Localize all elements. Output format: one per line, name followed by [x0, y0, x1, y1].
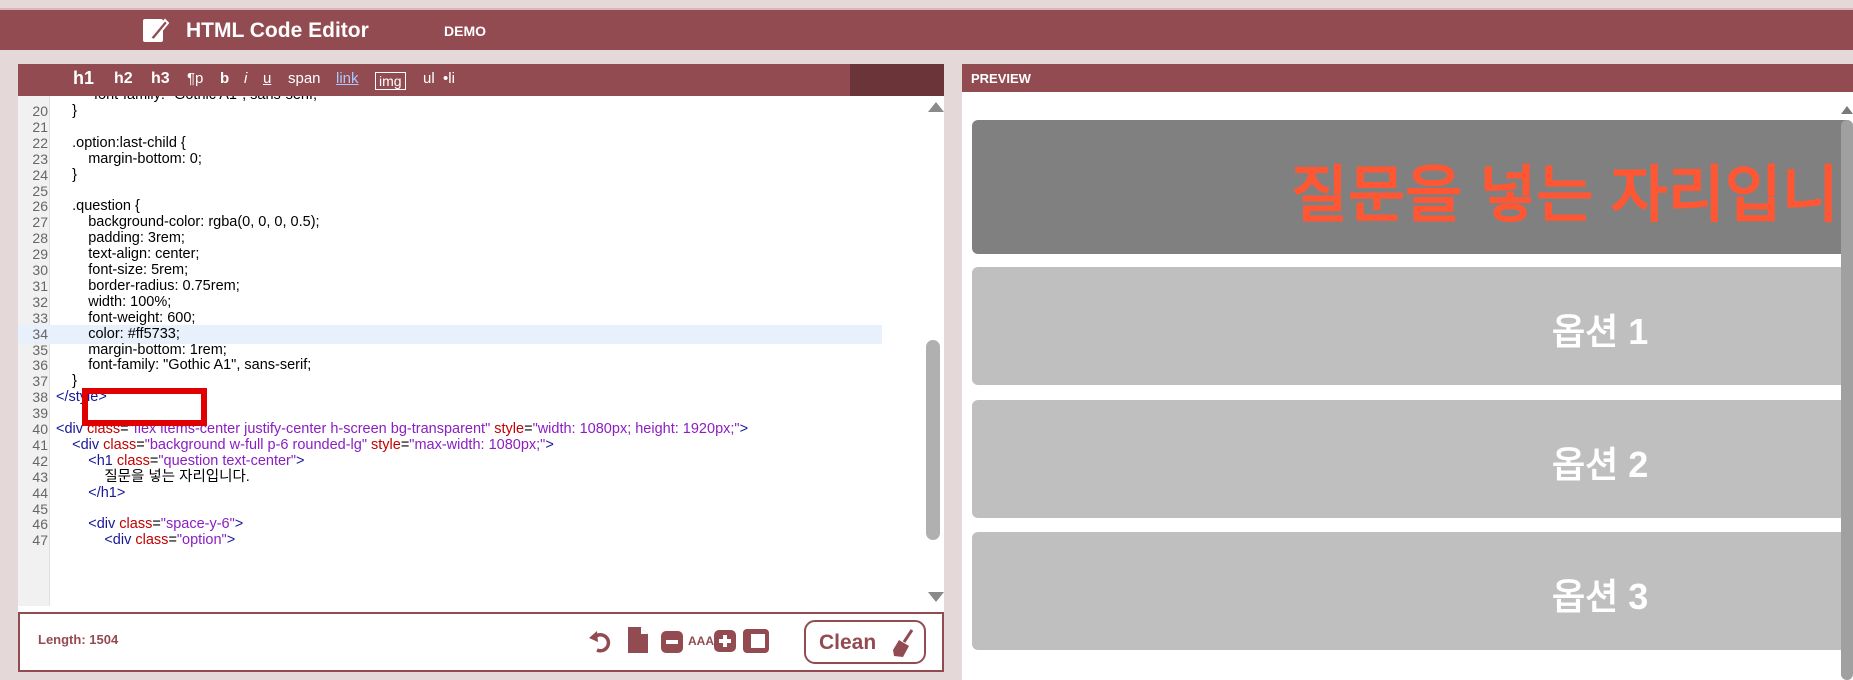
- preview-option-text: 옵션 3: [1552, 576, 1649, 617]
- preview-option-3: 옵션 3: [972, 532, 1853, 650]
- bold-button[interactable]: b: [220, 70, 229, 87]
- code-text: <div class="option">: [104, 532, 236, 549]
- h1-button[interactable]: h1: [73, 68, 94, 89]
- link-button[interactable]: link: [336, 70, 359, 87]
- demo-link[interactable]: DEMO: [444, 23, 486, 39]
- code-line: 47 <div class="option">: [18, 531, 898, 550]
- preview-option-1: 옵션 1: [972, 267, 1853, 385]
- scroll-thumb[interactable]: [1841, 120, 1853, 680]
- format-toolbar: h1 h2 h3 ¶p b i u span link img ul •li: [18, 64, 944, 96]
- layout-toggle-icon[interactable]: [743, 629, 769, 653]
- underline-button[interactable]: u: [263, 70, 271, 87]
- preview-panel: PREVIEW 질문을 넣는 자리입니다. 옵션 1 옵션 2 옵션 3: [962, 64, 1853, 680]
- clean-label: Clean: [819, 631, 877, 654]
- app-title: HTML Code Editor: [186, 19, 369, 42]
- h3-button[interactable]: h3: [151, 70, 170, 88]
- toolbar-extra: [850, 64, 944, 96]
- preview-title: PREVIEW: [971, 71, 1031, 86]
- clean-button[interactable]: Clean: [804, 620, 926, 664]
- scroll-thumb[interactable]: [926, 340, 940, 540]
- length-counter: Length: 1504: [38, 632, 119, 647]
- preview-scrollbar[interactable]: [1839, 102, 1853, 680]
- paragraph-button[interactable]: ¶p: [187, 70, 203, 87]
- editor-scrollbar[interactable]: [922, 96, 944, 606]
- editor-panel: h1 h2 h3 ¶p b i u span link img ul •li f…: [18, 64, 944, 672]
- scroll-down-arrow-icon[interactable]: [928, 592, 944, 602]
- preview-question-box: 질문을 넣는 자리입니다.: [972, 120, 1853, 254]
- top-bar: HTML Code Editor DEMO: [0, 8, 1853, 50]
- preview-option-text: 옵션 1: [1552, 311, 1649, 352]
- span-button[interactable]: span: [288, 70, 321, 87]
- preview-question-text: 질문을 넣는 자리입니다.: [1291, 161, 1853, 230]
- preview-option-text: 옵션 2: [1552, 444, 1649, 485]
- preview-header: PREVIEW: [962, 64, 1853, 92]
- scroll-up-arrow-icon[interactable]: [928, 102, 944, 112]
- highlight-box: [82, 388, 207, 426]
- italic-button[interactable]: i: [244, 70, 247, 87]
- broom-icon: [893, 629, 914, 657]
- status-bar: Length: 1504 AAA Clean: [18, 612, 944, 672]
- font-size-label: AAA: [688, 634, 714, 648]
- new-document-icon[interactable]: [627, 626, 649, 654]
- scroll-up-arrow-icon[interactable]: [1841, 106, 1853, 114]
- li-button[interactable]: •li: [443, 70, 455, 87]
- img-button[interactable]: img: [375, 72, 406, 90]
- font-decrease-icon[interactable]: [661, 631, 683, 653]
- code-editor[interactable]: font-family: "Gothic A1", sans-serif; 20…: [18, 96, 944, 606]
- ul-button[interactable]: ul: [423, 70, 435, 87]
- undo-icon[interactable]: [588, 628, 614, 654]
- font-increase-icon[interactable]: [714, 630, 736, 652]
- line-number: 47: [32, 532, 48, 549]
- h2-button[interactable]: h2: [114, 70, 133, 88]
- logo-icon: [143, 18, 169, 42]
- preview-option-2: 옵션 2: [972, 400, 1853, 518]
